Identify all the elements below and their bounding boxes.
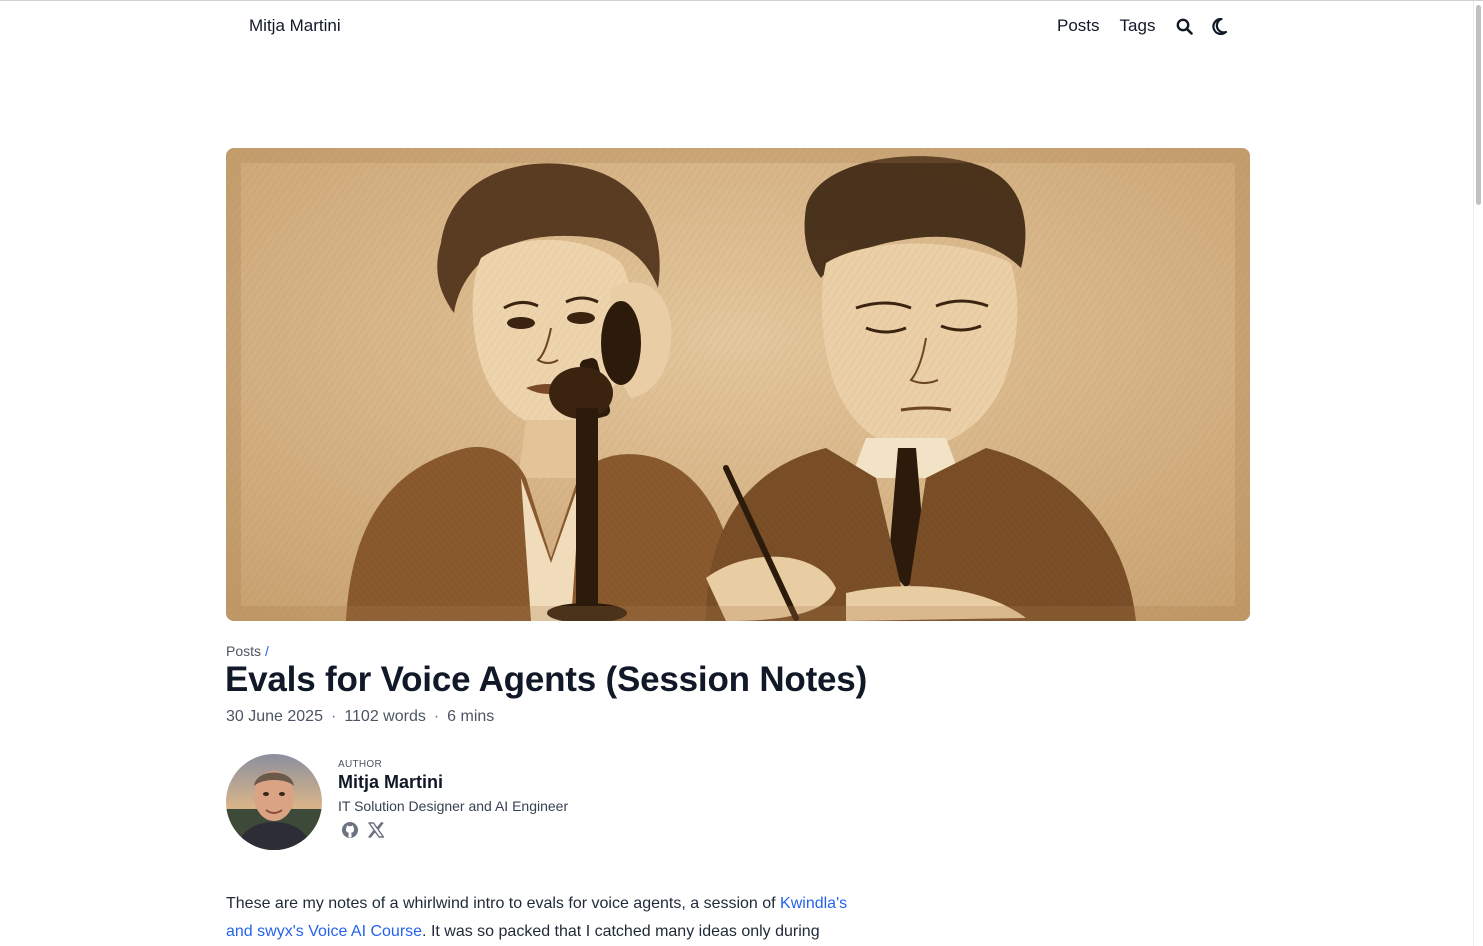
author-label: AUTHOR — [338, 759, 383, 770]
post-read-time: 6 mins — [447, 708, 495, 725]
page-title: Evals for Voice Agents (Session Notes) — [225, 660, 868, 699]
meta-separator: · — [330, 708, 337, 725]
moon-icon[interactable] — [1210, 16, 1228, 36]
breadcrumb-separator: / — [265, 643, 269, 659]
post-meta: 30 June 2025 · 1102 words · 6 mins — [226, 708, 494, 726]
avatar — [226, 754, 322, 850]
site-title-link[interactable]: Mitja Martini — [249, 16, 341, 36]
intro-text: These are my notes of a whirlwind intro … — [226, 895, 781, 912]
main-nav: Posts Tags — [1057, 16, 1228, 36]
breadcrumb: Posts / — [226, 643, 269, 659]
search-icon[interactable] — [1175, 16, 1193, 36]
meta-separator: · — [433, 708, 440, 725]
author-name: Mitja Martini — [338, 772, 444, 792]
site-header: Mitja Martini Posts Tags — [0, 1, 1474, 53]
scrollbar[interactable] — [1473, 1, 1483, 946]
github-icon[interactable] — [341, 821, 359, 839]
nav-posts-link[interactable]: Posts — [1057, 16, 1100, 36]
post-date: 30 June 2025 — [226, 708, 323, 725]
hero-image — [226, 148, 1250, 621]
intro-text-continued: . It was so packed that I catched many i… — [422, 923, 820, 940]
breadcrumb-posts-link[interactable]: Posts — [226, 643, 261, 659]
sepia-illustration-woman-on-telephone-and-man-writing — [226, 148, 1250, 621]
article-body: These are my notes of a whirlwind intro … — [226, 890, 876, 946]
scrollbar-thumb[interactable] — [1476, 5, 1481, 205]
author-social-links — [341, 821, 385, 839]
post-word-count: 1102 words — [344, 708, 426, 725]
page: Mitja Martini Posts Tags Posts / Evals f… — [0, 0, 1483, 946]
intro-paragraph: These are my notes of a whirlwind intro … — [226, 890, 876, 946]
author-bio: IT Solution Designer and AI Engineer — [338, 798, 569, 814]
nav-tags-link[interactable]: Tags — [1120, 16, 1156, 36]
x-icon[interactable] — [367, 821, 385, 839]
